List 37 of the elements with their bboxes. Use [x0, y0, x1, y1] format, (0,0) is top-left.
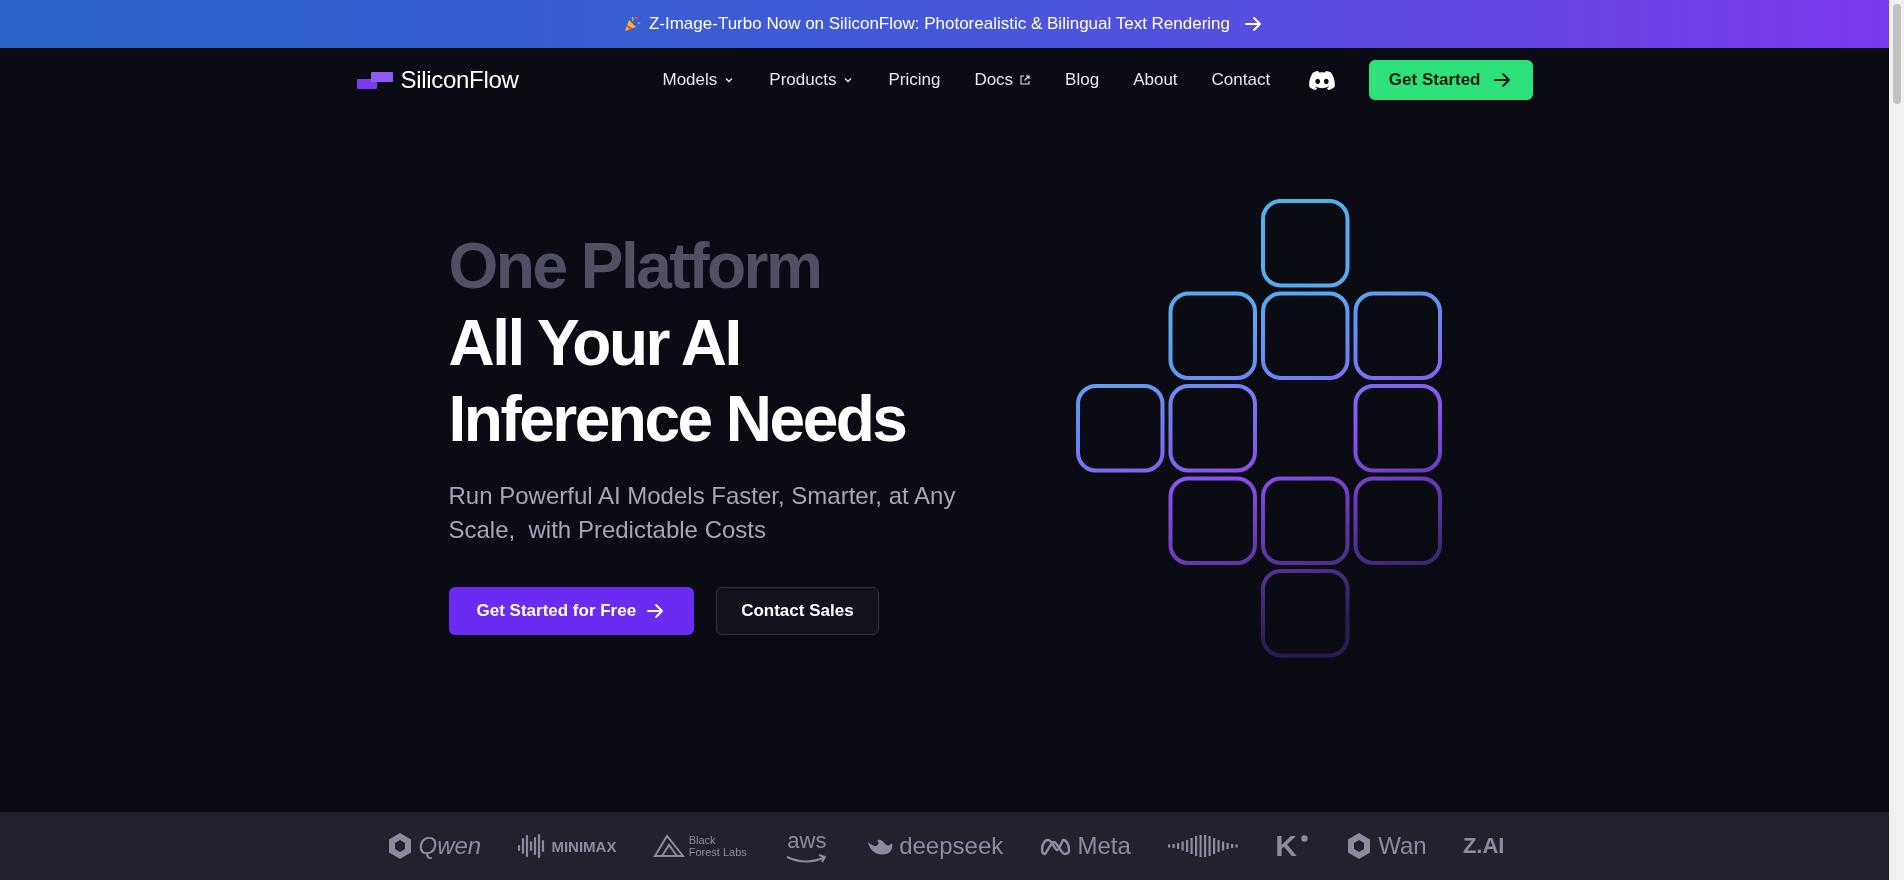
arrow-right-icon	[1492, 71, 1513, 89]
nav-link[interactable]: Contact	[1205, 66, 1277, 94]
scrollbar-thumb[interactable]	[1892, 4, 1901, 104]
banner-text: Z-Image-Turbo Now on SiliconFlow: Photorealistic & Bilingual Text Rendering	[648, 14, 1231, 34]
nav-link[interactable]: Models	[656, 66, 742, 94]
hero-heading-muted: One Platform	[448, 229, 822, 304]
contact-sales-button[interactable]: Contact Sales	[716, 587, 879, 635]
hero-heading: Inference Needs	[448, 382, 907, 457]
partner-logo: Qwen	[418, 832, 482, 860]
external-link-icon	[1019, 74, 1032, 86]
nav-link[interactable]: Blog	[1059, 66, 1106, 94]
partner-logo: Z.AI	[1462, 833, 1505, 859]
nav-link[interactable]: About	[1127, 66, 1184, 94]
partner-logo: Black Forest Labs	[688, 834, 748, 858]
party-popper-icon	[622, 15, 641, 33]
partner-logo: K	[1275, 829, 1297, 863]
nav-link[interactable]: Products	[763, 66, 861, 94]
announcement-banner[interactable]: Z-Image-Turbo Now on SiliconFlow: Photorealistic & Bilingual Text Rendering	[0, 0, 1889, 48]
discord-icon[interactable]	[1308, 70, 1335, 90]
brand-logo[interactable]: SiliconFlow	[356, 66, 657, 94]
nav-link[interactable]: Pricing	[882, 66, 947, 94]
scrollbar[interactable]	[1889, 0, 1904, 880]
partner-logo: aws	[787, 828, 827, 854]
partner-logo: Meta	[1077, 832, 1131, 860]
dot-icon	[1300, 835, 1308, 842]
nav-link[interactable]: Docs	[968, 66, 1038, 94]
partner-logo: Wan	[1378, 832, 1427, 860]
hero-heading: All Your AI	[448, 306, 741, 381]
smile-arrow-icon	[784, 854, 829, 864]
logo-icon	[356, 70, 393, 90]
triangle-logo-icon	[652, 834, 685, 858]
hero-subtitle: Run Powerful AI Models Faster, Smarter, at Any Scale, with Predictable Costs	[448, 481, 957, 545]
partner-logo: deepseek	[899, 832, 1004, 860]
brand-name: SiliconFlow	[400, 66, 519, 94]
get-started-free-button[interactable]: Get Started for Free	[448, 587, 695, 635]
partner-logo: MINIMAX	[551, 837, 617, 855]
get-started-button[interactable]: Get Started	[1368, 60, 1533, 100]
